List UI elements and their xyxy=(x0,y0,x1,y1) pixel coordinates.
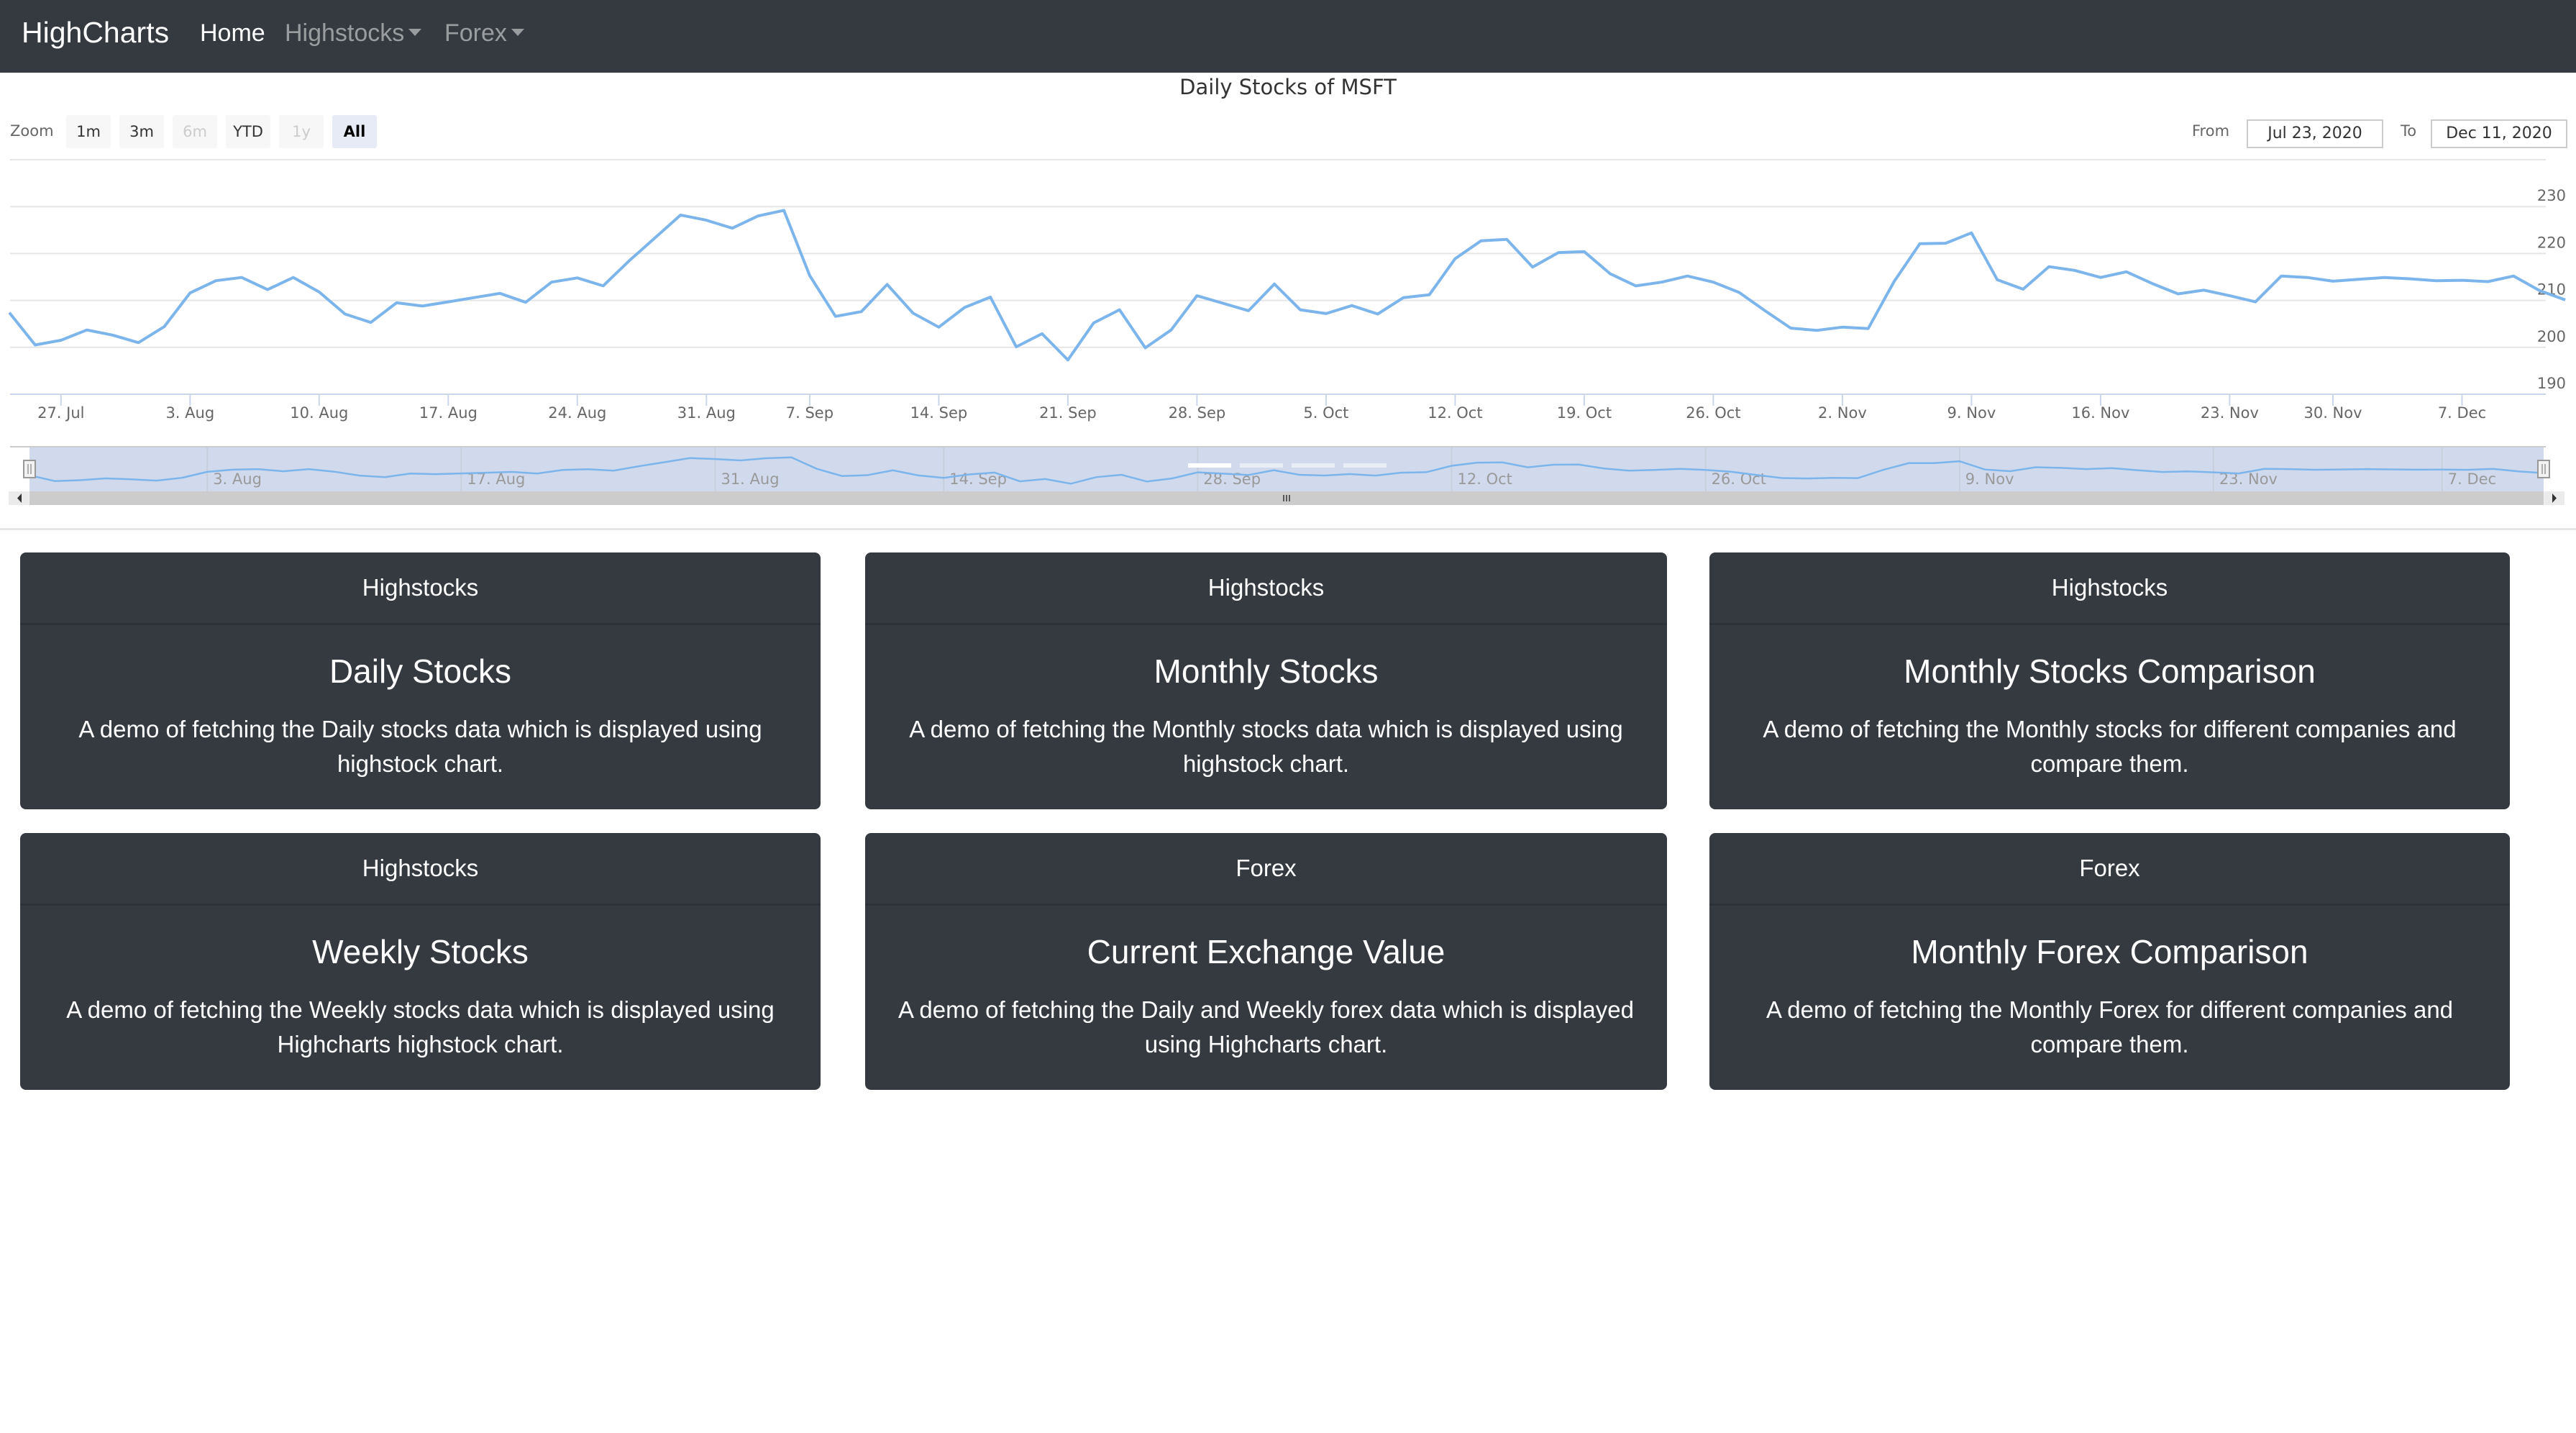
x-tick-label: 26. Oct xyxy=(1686,404,1740,422)
x-tick-label: 7. Dec xyxy=(2438,404,2486,422)
x-tick-label: 16. Nov xyxy=(2071,404,2129,422)
feature-card[interactable]: Highstocks Weekly Stocks A demo of fetchin… xyxy=(20,833,821,1090)
card-text: A demo of fetching the Weekly stocks dat… xyxy=(66,996,775,1057)
card-header: Forex xyxy=(1709,833,2510,906)
x-tick-label: 5. Oct xyxy=(1303,404,1348,422)
handle-body xyxy=(2537,460,2550,478)
x-tick-label: 30. Nov xyxy=(2303,404,2362,422)
card-text: A demo of fetching the Daily stocks data… xyxy=(78,716,762,777)
carousel-indicator[interactable] xyxy=(1292,463,1335,468)
card-header: Forex xyxy=(865,833,1667,906)
card-title: Monthly Stocks Comparison xyxy=(1904,652,2316,690)
feature-card[interactable]: Highstocks Monthly Stocks A demo of fetchi… xyxy=(865,552,1667,809)
navigator-right-handle[interactable] xyxy=(2537,460,2550,478)
navigator-tick-label: 9. Nov xyxy=(1965,470,2014,488)
x-tick-label: 19. Oct xyxy=(1557,404,1612,422)
x-tick-label: 3. Aug xyxy=(165,404,214,422)
navigator-left-handle[interactable] xyxy=(23,460,36,478)
card-header: Highstocks xyxy=(1709,552,2510,625)
card-header: Highstocks xyxy=(20,552,821,625)
feature-card[interactable]: Forex Current Exchange Value A demo of fet… xyxy=(865,833,1667,1090)
x-tick-label: 27. Jul xyxy=(37,404,84,422)
x-tick-label: 31. Aug xyxy=(677,404,736,422)
x-tick-label: 24. Aug xyxy=(548,404,606,422)
navigator-selected-range xyxy=(29,447,2544,491)
x-tick-label: 2. Nov xyxy=(1818,404,1867,422)
carousel-indicator[interactable] xyxy=(1343,463,1387,468)
navigator-scrollbar[interactable] xyxy=(9,491,2564,505)
grid-lines xyxy=(10,159,2546,395)
y-tick-label: 190 xyxy=(2537,375,2566,392)
card-text: A demo of fetching the Daily and Weekly … xyxy=(898,996,1634,1057)
card-text: A demo of fetching the Monthly stocks fo… xyxy=(1763,716,2457,777)
series-line-msft xyxy=(8,209,2566,362)
section-divider xyxy=(0,528,2576,530)
y-tick-label: 220 xyxy=(2537,234,2566,251)
card-text: A demo of fetching the Monthly Forex for… xyxy=(1766,996,2454,1057)
x-tick-label: 28. Sep xyxy=(1169,404,1226,422)
card-text: A demo of fetching the Monthly stocks da… xyxy=(909,716,1623,777)
x-tick-label: 14. Sep xyxy=(910,404,968,422)
carousel-indicator[interactable] xyxy=(1240,463,1283,468)
navigator-tick-label: 7. Dec xyxy=(2448,470,2496,488)
navigator-tick-label: 31. Aug xyxy=(721,470,779,488)
y-tick-label: 200 xyxy=(2537,328,2566,345)
feature-card[interactable]: Highstocks Daily Stocks A demo of fetching… xyxy=(20,552,821,809)
card-title: Daily Stocks xyxy=(329,652,512,690)
navigator-tick-label: 3. Aug xyxy=(213,470,262,488)
card-header: Highstocks xyxy=(865,552,1667,625)
handle-body xyxy=(23,460,36,478)
x-axis: 27. Jul 3. Aug 10. Aug 17. Aug 24. Aug 31. Au… xyxy=(37,394,2486,422)
x-tick-label: 23. Nov xyxy=(2201,404,2259,422)
feature-card[interactable]: Highstocks Monthly Stocks Comparison A dem… xyxy=(1709,552,2510,809)
x-tick-label: 10. Aug xyxy=(290,404,348,422)
x-tick-label: 12. Oct xyxy=(1428,404,1482,422)
card-title: Current Exchange Value xyxy=(1087,933,1445,970)
card-title: Monthly Forex Comparison xyxy=(1911,933,2308,970)
card-title: Monthly Stocks xyxy=(1154,652,1379,690)
navigator[interactable]: 3. Aug 17. Aug 31. Aug 14. Sep 28. Sep 12. Oc… xyxy=(9,446,2564,505)
x-tick-label: 21. Sep xyxy=(1039,404,1097,422)
y-axis: 190200210220230 xyxy=(2537,187,2566,392)
navigator-tick-label: 12. Oct xyxy=(1458,470,1512,488)
stock-chart: 27. Jul 3. Aug 10. Aug 17. Aug 24. Aug 31. Au… xyxy=(8,159,2566,505)
card-header: Highstocks xyxy=(20,833,821,906)
x-tick-label: 7. Sep xyxy=(786,404,833,422)
x-tick-label: 17. Aug xyxy=(419,404,478,422)
y-tick-label: 230 xyxy=(2537,187,2566,204)
card-title: Weekly Stocks xyxy=(312,933,529,970)
carousel-indicator[interactable] xyxy=(1188,463,1231,468)
x-tick-label: 9. Nov xyxy=(1947,404,1996,422)
feature-card[interactable]: Forex Monthly Forex Comparison A demo of f… xyxy=(1709,833,2510,1090)
